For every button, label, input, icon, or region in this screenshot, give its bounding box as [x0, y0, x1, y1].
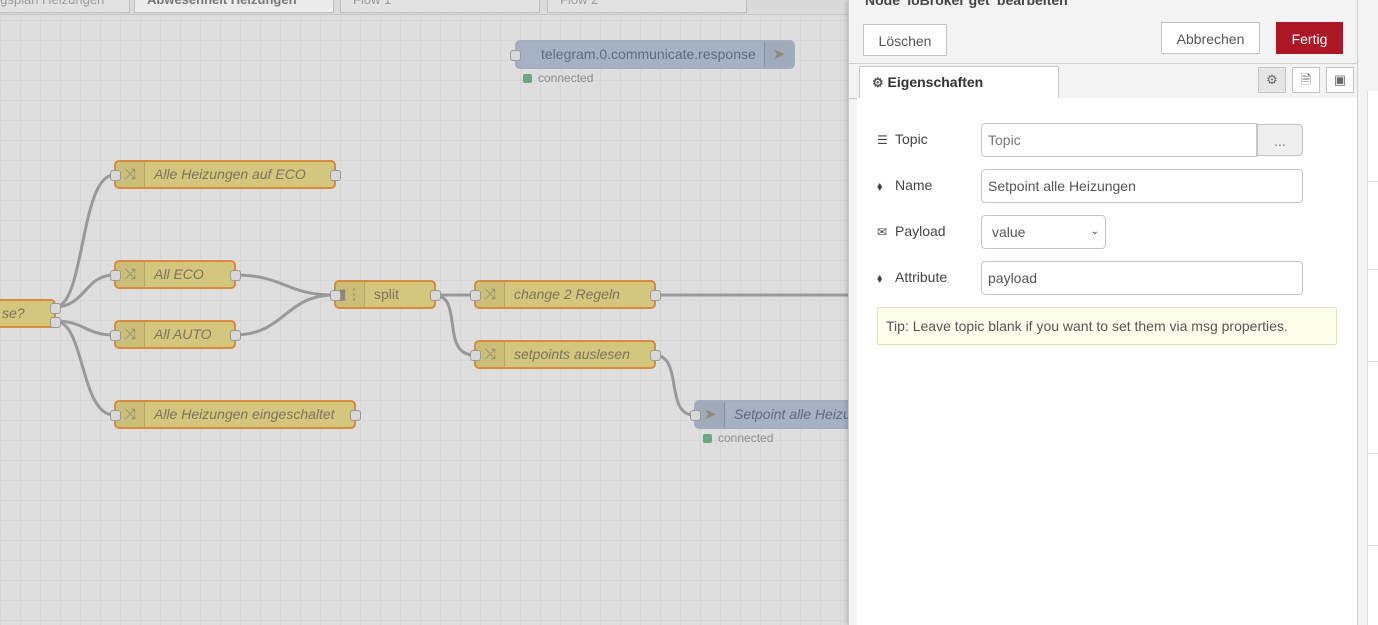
- tag-icon: ⬧: [877, 271, 883, 285]
- frame-icon: ▣: [1333, 72, 1347, 87]
- tag-icon: ⬧: [877, 179, 883, 193]
- payload-selected-value: value: [992, 224, 1026, 240]
- node-status: connected: [703, 431, 773, 445]
- status-dot-icon: [703, 434, 712, 443]
- input-port[interactable]: [470, 290, 481, 301]
- payload-select[interactable]: value ⌄: [981, 215, 1106, 249]
- tab-zeitplan[interactable]: ngsplan Heizungen: [0, 0, 130, 13]
- node-status: connected: [523, 71, 593, 85]
- output-port[interactable]: [330, 170, 341, 181]
- right-sidebar: [1357, 0, 1378, 625]
- done-button[interactable]: Fertig: [1276, 22, 1343, 54]
- tab-abwesenheit[interactable]: Abwesenheit Heizungen: [134, 0, 334, 13]
- output-arrow-icon: ➤: [764, 42, 793, 67]
- telegram-response-node[interactable]: telegram.0.communicate.response ➤: [515, 40, 795, 69]
- status-dot-icon: [523, 74, 532, 83]
- attribute-input[interactable]: payload: [981, 261, 1303, 295]
- payload-label: ✉ Payload: [877, 223, 946, 239]
- topic-input[interactable]: [981, 123, 1257, 157]
- iobroker-setpoint-node[interactable]: ➤ Setpoint alle Heizungen: [694, 400, 848, 429]
- tab-label: Eigenschaften: [887, 74, 984, 90]
- change-node-all-eco[interactable]: ⤨ All ECO: [114, 260, 236, 289]
- input-port[interactable]: [110, 410, 121, 421]
- tab-flow-1[interactable]: Flow 1: [340, 0, 540, 13]
- topic-label: ☰ Topic: [877, 131, 928, 147]
- output-port[interactable]: [350, 410, 361, 421]
- tab-flow-2[interactable]: Flow 2: [547, 0, 747, 13]
- cancel-button[interactable]: Abbrechen: [1161, 22, 1260, 54]
- node-label: All AUTO: [154, 326, 212, 342]
- list-icon: ☰: [877, 133, 888, 147]
- change-node-eco-all[interactable]: ⤨ Alle Heizungen auf ECO: [114, 160, 336, 189]
- node-label: Alle Heizungen auf ECO: [154, 166, 306, 182]
- output-port[interactable]: [230, 330, 241, 341]
- input-port[interactable]: [330, 290, 341, 301]
- node-label: se?: [2, 305, 25, 321]
- output-port[interactable]: [230, 270, 241, 281]
- envelope-icon: ✉: [877, 225, 888, 239]
- output-port[interactable]: [430, 290, 441, 301]
- node-label: split: [374, 286, 399, 302]
- topic-browse-button[interactable]: ...: [1257, 124, 1303, 156]
- name-input[interactable]: Setpoint alle Heizungen: [981, 169, 1303, 203]
- input-port[interactable]: [510, 50, 521, 61]
- node-label: All ECO: [154, 266, 204, 282]
- properties-form: ☰Topic ... ⬧Name Setpoint alle Heizungen…: [857, 98, 1357, 625]
- change-node-all-on[interactable]: ⤨ Alle Heizungen eingeschaltet: [114, 400, 356, 429]
- gear-icon: ⚙: [1266, 72, 1278, 87]
- input-port[interactable]: [690, 410, 701, 421]
- tray-toolbar: Löschen Abbrechen Fertig: [849, 15, 1357, 64]
- flow-canvas[interactable]: telegram.0.communicate.response ➤ connec…: [0, 15, 848, 625]
- output-port[interactable]: [50, 303, 61, 314]
- workspace-tabs: ngsplan Heizungen Abwesenheit Heizungen …: [0, 0, 848, 15]
- output-port[interactable]: [50, 317, 61, 328]
- tray-title: Node 'ioBroker get' bearbeiten: [865, 0, 1068, 8]
- input-port[interactable]: [110, 270, 121, 281]
- node-label: telegram.0.communicate.response: [541, 46, 756, 62]
- input-port[interactable]: [110, 170, 121, 181]
- output-port[interactable]: [650, 350, 661, 361]
- tip-box: Tip: Leave topic blank if you want to se…: [877, 307, 1337, 345]
- change-node-read-setpoints[interactable]: ⤨ setpoints auslesen: [474, 340, 656, 369]
- attribute-label: ⬧ Attribute: [877, 269, 948, 285]
- switch-node[interactable]: se?: [0, 299, 56, 328]
- description-tab-button[interactable]: 🗎: [1292, 67, 1320, 93]
- split-node[interactable]: ▮⋮ split: [334, 280, 436, 309]
- node-label: change 2 Regeln: [514, 286, 620, 302]
- node-label: Setpoint alle Heizungen: [734, 406, 848, 422]
- change-node-all-auto[interactable]: ⤨ All AUTO: [114, 320, 236, 349]
- node-label: Alle Heizungen eingeschaltet: [154, 406, 335, 422]
- tray-tabs: ⚙ Eigenschaften ⚙ 🗎 ▣: [849, 63, 1357, 99]
- settings-tab-button[interactable]: ⚙: [1258, 67, 1286, 93]
- gear-icon: ⚙: [872, 75, 884, 90]
- delete-button[interactable]: Löschen: [863, 24, 947, 56]
- input-port[interactable]: [110, 330, 121, 341]
- chevron-down-icon: ⌄: [1090, 226, 1099, 237]
- input-port[interactable]: [470, 350, 481, 361]
- node-label: setpoints auslesen: [514, 346, 630, 362]
- tab-properties[interactable]: ⚙ Eigenschaften: [859, 66, 1059, 99]
- name-label: ⬧ Name: [877, 177, 933, 193]
- appearance-tab-button[interactable]: ▣: [1326, 67, 1354, 93]
- edit-tray: Node 'ioBroker get' bearbeiten Löschen A…: [848, 0, 1357, 625]
- output-port[interactable]: [650, 290, 661, 301]
- sidebar-panel: [1367, 91, 1378, 625]
- change-node-rules[interactable]: ⤨ change 2 Regeln: [474, 280, 656, 309]
- document-icon: 🗎: [1300, 72, 1312, 87]
